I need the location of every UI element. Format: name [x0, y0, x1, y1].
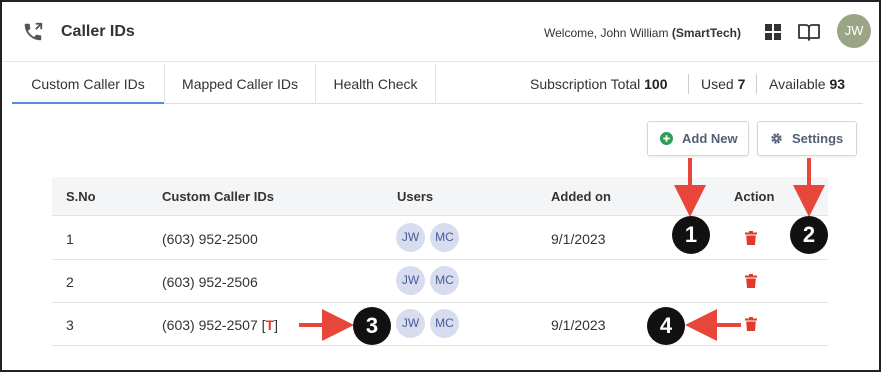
row-sno: 1: [66, 231, 74, 247]
app-header: Caller IDs Welcome, John William (SmartT…: [2, 2, 879, 62]
row-caller-id: (603) 952-2500: [162, 231, 258, 247]
subscription-available: Available 93: [769, 64, 845, 104]
subscription-used-value: 7: [737, 76, 746, 92]
annotation-badge-3: 3: [353, 307, 391, 345]
row-caller-id: (603) 952-2507: [162, 317, 258, 333]
subscription-used-label: Used: [701, 76, 734, 92]
page-title: Caller IDs: [61, 23, 135, 40]
trash-icon[interactable]: [745, 317, 757, 331]
stat-divider: [756, 74, 757, 94]
trash-icon[interactable]: [745, 274, 757, 288]
trash-icon[interactable]: [745, 231, 757, 245]
subscription-available-value: 93: [829, 76, 846, 92]
subscription-total-value: 100: [644, 76, 668, 92]
column-header-users: Users: [397, 189, 434, 204]
user-chip[interactable]: MC: [430, 266, 459, 295]
subscription-used: Used 7: [701, 64, 745, 104]
tab-mapped-caller-ids[interactable]: Mapped Caller IDs: [165, 64, 315, 104]
annotation-badge-2: 2: [790, 216, 828, 254]
table-header: S.No Custom Caller IDs Users Added on Ac…: [52, 177, 828, 216]
tab-divider: [435, 64, 436, 104]
add-new-button[interactable]: Add New: [647, 121, 749, 156]
column-header-sno: S.No: [66, 189, 96, 204]
organization-name: (SmartTech): [671, 26, 741, 40]
welcome-user: Welcome, John William: [544, 26, 669, 40]
row-sno: 2: [66, 274, 74, 290]
subscription-total: Subscription Total 100: [530, 64, 668, 104]
row-added-on: 9/1/2023: [551, 231, 606, 247]
user-chip[interactable]: JW: [396, 223, 425, 252]
row-caller-id-cell: (603) 952-2507 [T]: [162, 317, 278, 333]
annotation-badge-4: 4: [647, 307, 685, 345]
settings-label: Settings: [792, 131, 844, 146]
grid-icon[interactable]: [765, 24, 781, 40]
tag-marker: [T]: [261, 317, 278, 333]
column-header-action: Action: [734, 189, 775, 204]
tag-letter: T: [265, 317, 275, 333]
table-row: 3 (603) 952-2507 [T] JW MC 9/1/2023: [52, 303, 828, 346]
row-sno: 3: [66, 317, 74, 333]
tab-bar: Custom Caller IDs Mapped Caller IDs Heal…: [12, 64, 863, 104]
tab-health-check[interactable]: Health Check: [316, 64, 435, 104]
gear-icon: [771, 133, 782, 144]
subscription-available-label: Available: [769, 76, 826, 92]
user-chip[interactable]: MC: [430, 309, 459, 338]
table-row: 1 (603) 952-2500 JW MC 9/1/2023: [52, 217, 828, 260]
user-chip[interactable]: MC: [430, 223, 459, 252]
column-header-caller-ids: Custom Caller IDs: [162, 189, 274, 204]
phone-forward-icon: [24, 22, 43, 41]
table-row: 2 (603) 952-2506 JW MC: [52, 260, 828, 303]
plus-circle-icon: [660, 132, 673, 145]
row-added-on: 9/1/2023: [551, 317, 606, 333]
settings-button[interactable]: Settings: [757, 121, 857, 156]
user-avatar[interactable]: JW: [837, 14, 871, 48]
subscription-total-label: Subscription Total: [530, 76, 641, 92]
book-icon[interactable]: [797, 22, 821, 42]
user-chip[interactable]: JW: [396, 266, 425, 295]
column-header-added-on: Added on: [551, 189, 611, 204]
user-chip[interactable]: JW: [396, 309, 425, 338]
row-caller-id: (603) 952-2506: [162, 274, 258, 290]
stat-divider: [688, 74, 689, 94]
tab-custom-caller-ids[interactable]: Custom Caller IDs: [12, 64, 164, 104]
welcome-text: Welcome, John William (SmartTech): [544, 26, 741, 40]
annotation-badge-1: 1: [672, 216, 710, 254]
add-new-label: Add New: [682, 131, 738, 146]
